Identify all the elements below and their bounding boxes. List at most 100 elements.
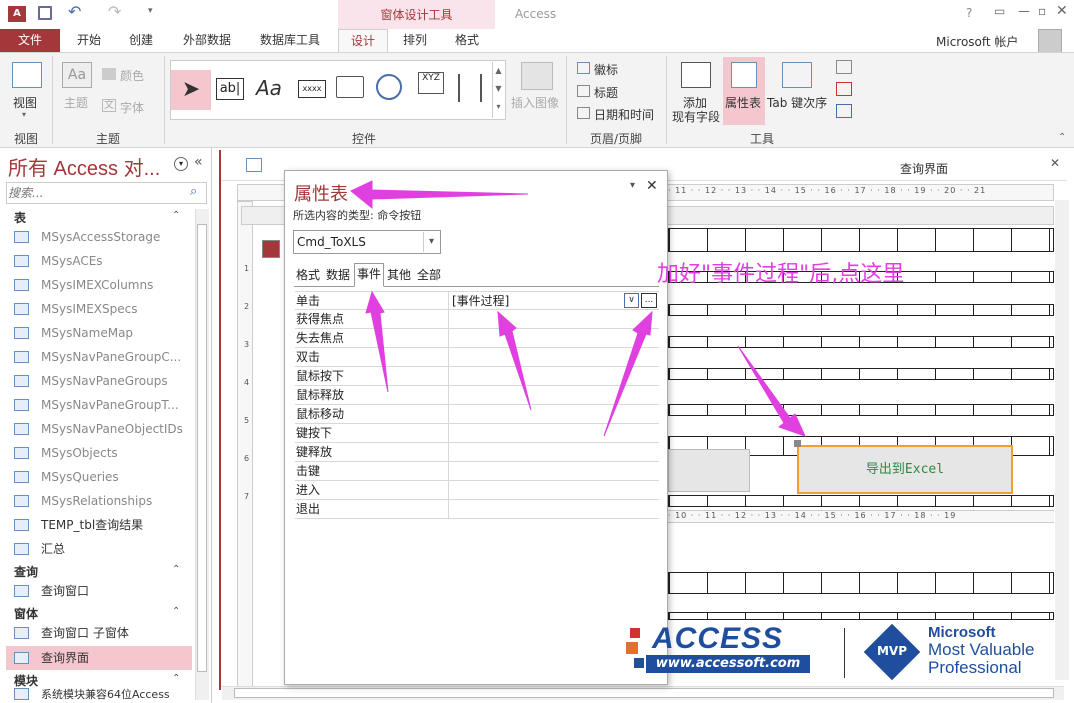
nav-table-item[interactable]: MSysIMEXColumns bbox=[14, 273, 153, 297]
gallery-scroll-icon[interactable]: ▲ ▼ ▾ bbox=[492, 62, 504, 118]
view-code-icon[interactable] bbox=[836, 82, 852, 96]
property-value[interactable] bbox=[448, 443, 659, 462]
nav-table-item[interactable]: MSysRelationships bbox=[14, 489, 152, 513]
property-value[interactable] bbox=[448, 348, 659, 367]
property-row[interactable]: 键按下 bbox=[295, 424, 659, 443]
tab-format[interactable]: 格式 bbox=[446, 29, 488, 52]
property-row[interactable]: 击键 bbox=[295, 462, 659, 481]
collapse-chevron-icon[interactable]: ⌃ bbox=[172, 673, 180, 684]
property-row[interactable]: 单击 [事件过程] bbox=[295, 291, 659, 311]
tab-arrange[interactable]: 排列 bbox=[394, 29, 436, 52]
page-break-tool-icon[interactable] bbox=[458, 74, 482, 102]
property-row[interactable]: 鼠标移动 bbox=[295, 405, 659, 424]
view-button[interactable]: 视图 bbox=[13, 94, 37, 111]
nav-table-item[interactable]: MSysNavPaneGroupC... bbox=[14, 345, 181, 369]
nav-form-item[interactable]: 查询窗口 子窗体 bbox=[14, 621, 129, 645]
collapse-chevron-icon[interactable]: ⌃ bbox=[172, 210, 180, 221]
nav-pane-title[interactable]: 所有 Access 对... bbox=[8, 152, 160, 181]
restore-icon[interactable]: ▫ bbox=[1038, 4, 1046, 18]
move-handle[interactable] bbox=[794, 440, 801, 447]
property-value[interactable] bbox=[448, 462, 659, 481]
nav-table-item[interactable]: MSysNavPaneObjectIDs bbox=[14, 417, 183, 441]
close-document-icon[interactable]: ✕ bbox=[1050, 156, 1060, 170]
form-selector-icon[interactable] bbox=[262, 240, 280, 258]
textbox-tool-icon[interactable]: ab| bbox=[216, 78, 244, 100]
shutter-bar-icon[interactable]: « bbox=[194, 154, 203, 170]
collapse-chevron-icon[interactable]: ⌃ bbox=[172, 564, 180, 575]
tab-database-tools[interactable]: 数据库工具 bbox=[250, 29, 330, 52]
nav-section-tables[interactable]: 表 bbox=[14, 209, 26, 226]
property-row[interactable]: 鼠标按下 bbox=[295, 367, 659, 386]
subform-icon[interactable] bbox=[836, 60, 852, 74]
logo-button[interactable]: 徽标 bbox=[594, 61, 618, 78]
builder-button[interactable]: ... bbox=[641, 293, 657, 308]
nav-scroll-thumb[interactable] bbox=[197, 224, 207, 672]
nav-table-item[interactable]: MSysIMEXSpecs bbox=[14, 297, 138, 321]
collapse-ribbon-icon[interactable]: ⌃ bbox=[1058, 132, 1066, 143]
colors-button[interactable]: 颜色 bbox=[120, 67, 144, 84]
property-row[interactable]: 失去焦点 bbox=[295, 329, 659, 348]
nav-table-item[interactable]: TEMP_tbl查询结果 bbox=[14, 513, 143, 537]
tab-control-tool-icon[interactable] bbox=[336, 76, 364, 98]
access-app-icon[interactable]: A bbox=[8, 6, 26, 22]
date-time-button[interactable]: 日期和时间 bbox=[594, 106, 654, 123]
nav-table-item[interactable]: MSysQueries bbox=[14, 465, 119, 489]
property-value[interactable] bbox=[448, 405, 659, 424]
pane-options-icon[interactable]: ▾ bbox=[630, 180, 635, 191]
search-icon[interactable]: ⌕ bbox=[190, 184, 197, 199]
tab-design[interactable]: 设计 bbox=[338, 29, 388, 52]
close-icon[interactable]: ✕ bbox=[1056, 3, 1068, 19]
property-value[interactable] bbox=[448, 500, 659, 519]
ribbon-display-icon[interactable]: ▭ bbox=[994, 4, 1005, 18]
property-row[interactable]: 获得焦点 bbox=[295, 310, 659, 329]
save-icon[interactable] bbox=[38, 6, 52, 20]
minimize-icon[interactable]: — bbox=[1018, 4, 1030, 18]
chevron-down-icon[interactable]: ▾ bbox=[423, 232, 439, 252]
convert-macros-icon[interactable] bbox=[836, 104, 852, 118]
account-label[interactable]: Microsoft 帐户 bbox=[936, 33, 1018, 50]
undo-icon[interactable]: ↶ bbox=[68, 2, 81, 21]
collapse-chevron-icon[interactable]: ⌃ bbox=[172, 606, 180, 617]
nav-table-item[interactable]: MSysNavPaneGroups bbox=[14, 369, 168, 393]
nav-query-item[interactable]: 查询窗口 bbox=[14, 579, 89, 603]
property-value[interactable] bbox=[448, 329, 659, 348]
document-tab-title[interactable]: 查询界面 bbox=[900, 160, 948, 177]
avatar[interactable] bbox=[1038, 29, 1062, 53]
control-name-select[interactable]: Cmd_ToXLS bbox=[293, 230, 441, 254]
tab-external-data[interactable]: 外部数据 bbox=[172, 29, 242, 52]
nav-table-item[interactable]: MSysNavPaneGroupT... bbox=[14, 393, 179, 417]
property-value[interactable] bbox=[448, 481, 659, 500]
property-value[interactable] bbox=[448, 386, 659, 405]
nav-form-item-selected[interactable]: 查询界面 bbox=[14, 646, 89, 670]
property-row[interactable]: 鼠标释放 bbox=[295, 386, 659, 405]
form-control-placeholder[interactable] bbox=[668, 449, 750, 492]
label-tool-icon[interactable]: Aa bbox=[256, 76, 282, 100]
nav-section-forms[interactable]: 窗体 bbox=[14, 605, 38, 622]
nav-module-item[interactable]: 系统模块兼容64位Access bbox=[14, 688, 170, 702]
horizontal-scroll-thumb[interactable] bbox=[234, 688, 1054, 698]
nav-table-item[interactable]: MSysNameMap bbox=[14, 321, 133, 345]
tab-create[interactable]: 创建 bbox=[120, 29, 162, 52]
tab-file[interactable]: 文件 bbox=[0, 29, 60, 52]
hyperlink-tool-icon[interactable] bbox=[376, 74, 402, 100]
title-button[interactable]: 标题 bbox=[594, 84, 618, 101]
theme-button[interactable]: 主题 bbox=[64, 94, 88, 111]
option-group-tool-icon[interactable]: XYZ bbox=[418, 72, 444, 94]
vertical-scrollbar[interactable] bbox=[1055, 200, 1069, 680]
property-row[interactable]: 进入 bbox=[295, 481, 659, 500]
tab-order-button[interactable]: Tab 键次序 bbox=[767, 94, 827, 111]
property-row[interactable]: 键释放 bbox=[295, 443, 659, 462]
view-dropdown-icon[interactable]: ▾ bbox=[22, 110, 26, 119]
property-value[interactable] bbox=[448, 310, 659, 329]
nav-section-queries[interactable]: 查询 bbox=[14, 563, 38, 580]
nav-table-item[interactable]: MSysACEs bbox=[14, 249, 103, 273]
tab-home[interactable]: 开始 bbox=[68, 29, 110, 52]
fonts-button[interactable]: 字体 bbox=[120, 99, 144, 116]
select-pointer-icon[interactable]: ➤ bbox=[171, 70, 211, 110]
dropdown-chevron-icon[interactable]: ∨ bbox=[624, 293, 639, 308]
customize-qat-icon[interactable]: ▾ bbox=[148, 6, 153, 16]
property-value[interactable] bbox=[448, 424, 659, 443]
close-pane-icon[interactable]: ✕ bbox=[646, 178, 658, 194]
nav-menu-icon[interactable]: ▾ bbox=[174, 157, 188, 171]
nav-table-item[interactable]: MSysAccessStorage bbox=[14, 225, 160, 249]
